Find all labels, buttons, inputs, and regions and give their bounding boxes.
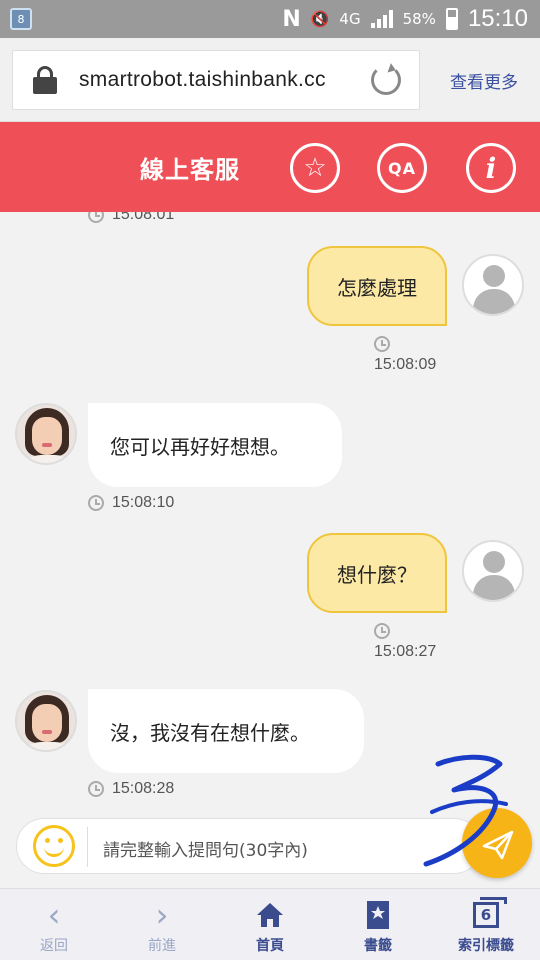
tabs-icon: 6: [473, 897, 507, 928]
chat-header: 線上客服 ☆ QA i: [0, 122, 540, 212]
message-timestamp: 15:08:27: [374, 623, 436, 661]
home-icon: [255, 899, 285, 931]
clock-icon: [88, 212, 104, 223]
browser-toolbar: smartrobot.taishinbank.cc 查看更多: [0, 38, 540, 122]
clock: 15:10: [467, 5, 528, 32]
message-timestamp: 15:08:10: [88, 494, 174, 512]
mute-icon: 🔇: [310, 10, 330, 28]
notification-icon: 8: [10, 8, 32, 30]
user-message-bubble: 想什麼？: [307, 533, 447, 613]
info-button[interactable]: i: [466, 143, 516, 193]
status-icons: N 🔇 4G 58% 15:10: [282, 0, 528, 38]
bot-message-bubble: 您可以再好好想想。: [88, 403, 342, 487]
emoji-icon[interactable]: [33, 825, 75, 867]
more-link[interactable]: 查看更多: [450, 68, 518, 93]
message-text: 想什麼？: [337, 562, 417, 587]
nav-bookmarks[interactable]: 書籤: [324, 889, 432, 960]
url-text: smartrobot.taishinbank.cc: [79, 68, 326, 91]
bot-message-bubble: 沒，我沒有在想什麼。: [88, 689, 364, 773]
signal-icon: [370, 10, 393, 28]
message-timestamp: 15:08:01: [88, 212, 174, 224]
status-bar: 8 N 🔇 4G 58% 15:10: [0, 0, 540, 38]
message-composer: 請完整輸入提問句(30字內): [0, 808, 540, 888]
divider: [87, 827, 88, 867]
bot-avatar: [15, 403, 77, 465]
notification-badge: 8: [17, 12, 25, 26]
nav-tabs[interactable]: 6 索引標籤: [432, 889, 540, 960]
nav-forward[interactable]: › 前進: [108, 889, 216, 960]
qa-label: QA: [388, 158, 416, 178]
nfc-icon: N: [282, 6, 301, 32]
favorite-button[interactable]: ☆: [290, 143, 340, 193]
lock-icon: [33, 66, 57, 94]
send-icon: [482, 830, 514, 860]
clock-icon: [374, 623, 390, 639]
send-button[interactable]: [462, 808, 532, 878]
info-icon: i: [485, 151, 497, 185]
bot-avatar: [15, 690, 77, 752]
network-type: 4G: [339, 10, 361, 28]
chevron-left-icon: ‹: [47, 896, 61, 934]
message-timestamp: 15:08:28: [88, 780, 174, 798]
chevron-right-icon: ›: [155, 896, 169, 934]
user-avatar: [462, 540, 524, 602]
address-bar[interactable]: smartrobot.taishinbank.cc: [12, 50, 420, 110]
browser-bottom-nav: ‹ 返回 › 前進 首頁 書籤 6 索引標籤: [0, 888, 540, 960]
nav-home[interactable]: 首頁: [216, 889, 324, 960]
battery-percent: 58%: [402, 10, 436, 28]
chat-area[interactable]: 15:08:01 怎麼處理 15:08:09 您可以再好好想想。 15:08:1…: [0, 212, 540, 818]
qa-button[interactable]: QA: [377, 143, 427, 193]
user-message-bubble: 怎麼處理: [307, 246, 447, 326]
user-avatar: [462, 254, 524, 316]
message-text: 怎麼處理: [337, 275, 417, 300]
page-title: 線上客服: [140, 156, 240, 184]
star-touch-icon: ☆: [303, 153, 327, 183]
message-text: 沒，我沒有在想什麼。: [110, 720, 310, 745]
message-input[interactable]: 請完整輸入提問句(30字內): [16, 818, 482, 874]
reload-icon[interactable]: [371, 65, 401, 95]
clock-icon: [88, 495, 104, 511]
input-placeholder: 請完整輸入提問句(30字內): [103, 841, 308, 861]
clock-icon: [374, 336, 390, 352]
bookmark-icon: [366, 899, 390, 931]
nav-back[interactable]: ‹ 返回: [0, 889, 108, 960]
message-text: 您可以再好好想想。: [110, 434, 290, 459]
clock-icon: [88, 781, 104, 797]
message-timestamp: 15:08:09: [374, 336, 436, 374]
battery-icon: [445, 8, 458, 30]
